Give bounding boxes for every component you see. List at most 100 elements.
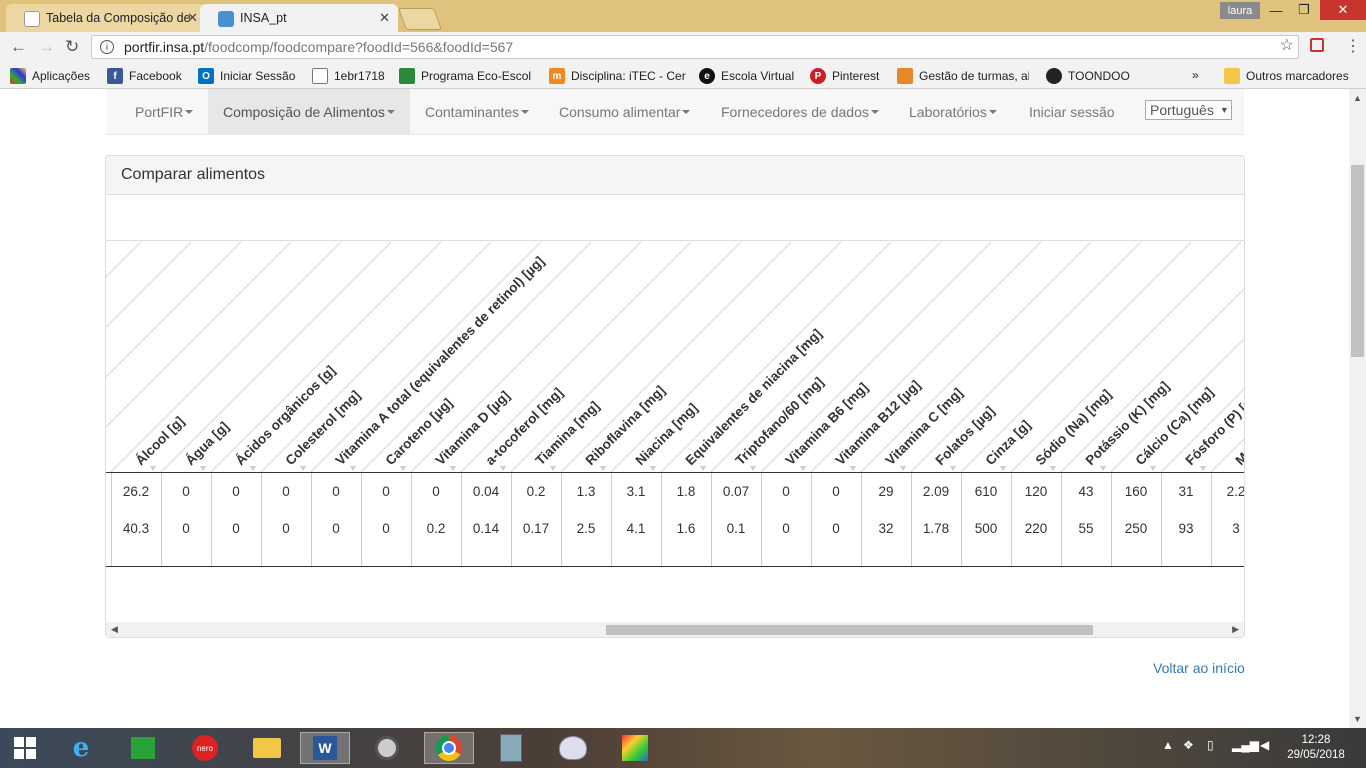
- windows-start-icon[interactable]: [0, 732, 50, 764]
- column-header[interactable]: Potássio (K) [mg]: [1083, 378, 1173, 468]
- bookmark-1ebr1718[interactable]: 1ebr1718: [312, 68, 385, 84]
- sort-icon[interactable]: [500, 466, 506, 471]
- sort-icon[interactable]: [750, 466, 756, 471]
- sort-icon[interactable]: [150, 466, 156, 471]
- word-icon[interactable]: W: [300, 732, 350, 764]
- sort-icon[interactable]: [700, 466, 706, 471]
- menu-icon[interactable]: ⋮: [1345, 36, 1361, 56]
- caret-down-icon: [185, 109, 194, 114]
- scrollbar-thumb[interactable]: [606, 625, 1093, 635]
- system-clock[interactable]: 12:28 29/05/2018: [1286, 733, 1346, 763]
- sort-icon[interactable]: [1100, 466, 1106, 471]
- column-divider: [361, 473, 362, 567]
- device-icon[interactable]: ▯: [1207, 738, 1214, 752]
- sort-icon[interactable]: [800, 466, 806, 471]
- sort-icon[interactable]: [450, 466, 456, 471]
- sort-icon[interactable]: [1200, 466, 1206, 471]
- bookmark-star-icon[interactable]: ☆: [1280, 35, 1294, 55]
- bookmark-toondoo[interactable]: TOONDOO: [1046, 68, 1130, 84]
- close-window-button[interactable]: ✕: [1320, 0, 1366, 20]
- tray-up-arrow-icon[interactable]: ▲: [1162, 738, 1174, 752]
- sort-icon[interactable]: [1000, 466, 1006, 471]
- column-divider: [211, 473, 212, 567]
- nav-composicao-alimentos[interactable]: Composição de Alimentos: [208, 89, 410, 134]
- chrome-icon[interactable]: [424, 732, 474, 764]
- file-explorer-icon[interactable]: [242, 732, 292, 764]
- bookmark-itec[interactable]: m Disciplina: iTEC - Cer: [549, 68, 686, 84]
- language-select[interactable]: Português ▼: [1145, 100, 1232, 120]
- nav-label: Laboratórios: [909, 103, 987, 120]
- scroll-right-icon[interactable]: ▶: [1232, 624, 1239, 635]
- sort-icon[interactable]: [850, 466, 856, 471]
- bookmark-eco-escola[interactable]: Programa Eco-Escola: [399, 68, 531, 84]
- volume-icon[interactable]: ◀: [1260, 738, 1269, 752]
- sort-icon[interactable]: [600, 466, 606, 471]
- nav-consumo-alimentar[interactable]: Consumo alimentar: [559, 89, 691, 134]
- new-tab-button[interactable]: [397, 8, 443, 30]
- minimize-button[interactable]: —: [1262, 0, 1290, 20]
- back-to-top-link[interactable]: Voltar ao início: [1153, 660, 1245, 676]
- nav-laboratorios[interactable]: Laboratórios: [909, 89, 997, 134]
- movie-maker-icon[interactable]: [362, 732, 412, 764]
- nav-fornecedores[interactable]: Fornecedores de dados: [721, 89, 879, 134]
- network-icon[interactable]: ▂▄▆: [1232, 738, 1259, 752]
- horizontal-scrollbar[interactable]: ◀ ▶: [106, 622, 1244, 637]
- forward-icon[interactable]: →: [38, 37, 55, 57]
- nav-contaminantes[interactable]: Contaminantes: [425, 89, 530, 134]
- table-cell: 55: [1078, 521, 1094, 536]
- sort-icon[interactable]: [1050, 466, 1056, 471]
- column-header[interactable]: Ácidos orgânicos [g]: [233, 363, 339, 469]
- sort-icon[interactable]: [250, 466, 256, 471]
- dropbox-icon[interactable]: ❖: [1183, 738, 1194, 752]
- maximize-button[interactable]: ❐: [1290, 0, 1318, 20]
- sort-icon[interactable]: [300, 466, 306, 471]
- table-cell: 0: [782, 484, 790, 499]
- column-divider: [961, 473, 962, 567]
- bookmark-iniciar-sessao[interactable]: O Iniciar Sessão: [198, 68, 295, 84]
- bookmark-escola-virtual[interactable]: e Escola Virtual: [699, 68, 794, 84]
- nero-icon[interactable]: nero: [180, 732, 230, 764]
- sort-icon[interactable]: [950, 466, 956, 471]
- nav-iniciar-sessao[interactable]: Iniciar sessão: [1029, 89, 1115, 134]
- store-icon[interactable]: [118, 732, 168, 764]
- profile-button[interactable]: laura: [1220, 2, 1260, 19]
- info-icon[interactable]: i: [100, 40, 114, 54]
- browser-tab-insa[interactable]: INSA_pt ✕: [200, 4, 398, 32]
- bookmark-apps[interactable]: Aplicações: [10, 68, 90, 84]
- browser-tab-tabela[interactable]: Tabela da Composição de ✕: [6, 4, 206, 32]
- app-icon[interactable]: [610, 732, 660, 764]
- bookmark-facebook[interactable]: f Facebook: [107, 68, 182, 84]
- scroll-down-icon[interactable]: ▼: [1353, 714, 1362, 724]
- sort-icon[interactable]: [200, 466, 206, 471]
- sort-icon[interactable]: [400, 466, 406, 471]
- reload-icon[interactable]: ↻: [65, 37, 79, 57]
- calculator-icon[interactable]: [486, 732, 536, 764]
- table-cell: 3: [1232, 521, 1240, 536]
- sort-icon[interactable]: [650, 466, 656, 471]
- bookmark-other[interactable]: Outros marcadores: [1224, 68, 1349, 84]
- back-icon[interactable]: ←: [10, 37, 27, 57]
- scroll-up-icon[interactable]: ▲: [1353, 93, 1362, 103]
- insa-logo-icon: [218, 11, 234, 27]
- extension-icon[interactable]: [1310, 38, 1324, 52]
- vertical-scrollbar[interactable]: ▲ ▼: [1349, 89, 1366, 728]
- close-icon[interactable]: ✕: [379, 10, 390, 26]
- sort-icon[interactable]: [550, 466, 556, 471]
- scroll-left-icon[interactable]: ◀: [111, 624, 118, 635]
- internet-explorer-icon[interactable]: e: [56, 732, 106, 764]
- column-header[interactable]: Álcool [g]: [133, 413, 188, 468]
- sort-icon[interactable]: [350, 466, 356, 471]
- bookmarks-more-button[interactable]: »: [1192, 68, 1199, 82]
- nav-portfir[interactable]: PortFIR: [135, 89, 194, 134]
- nav-label: Iniciar sessão: [1029, 103, 1115, 120]
- bookmark-pinterest[interactable]: P Pinterest: [810, 68, 879, 84]
- close-icon[interactable]: ✕: [187, 10, 198, 26]
- bookmark-label: Facebook: [129, 69, 182, 83]
- scrollbar-thumb[interactable]: [1351, 165, 1364, 357]
- header-diagonal-line: [1110, 338, 1244, 472]
- address-bar[interactable]: i portfir.insa.pt/foodcomp/foodcompare?f…: [91, 35, 1299, 59]
- bookmark-gestao-turmas[interactable]: Gestão de turmas, al: [897, 68, 1029, 84]
- paint-icon[interactable]: [548, 732, 598, 764]
- sort-icon[interactable]: [900, 466, 906, 471]
- sort-icon[interactable]: [1150, 466, 1156, 471]
